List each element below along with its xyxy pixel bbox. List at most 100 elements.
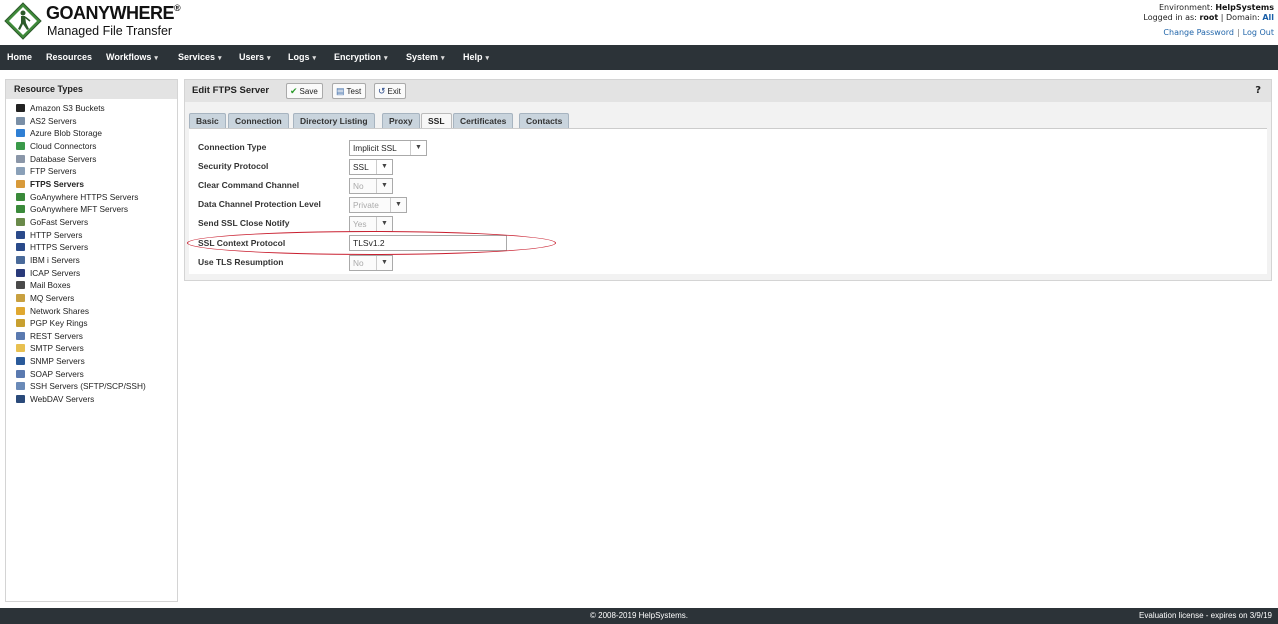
ftps-icon bbox=[16, 179, 25, 188]
database-icon bbox=[16, 154, 25, 163]
nav-resources[interactable]: Resources bbox=[46, 45, 92, 70]
monitor-icon bbox=[16, 230, 25, 239]
sidebar-item-azure-blob-storage[interactable]: Azure Blob Storage bbox=[16, 127, 177, 140]
logout-link[interactable]: Log Out bbox=[1243, 28, 1274, 37]
clear-command-channel-label: Clear Command Channel bbox=[198, 180, 300, 190]
key-icon bbox=[16, 319, 25, 328]
change-password-link[interactable]: Change Password bbox=[1163, 28, 1234, 37]
dropdown-arrow-icon: ▼ bbox=[376, 160, 392, 174]
nav-home[interactable]: Home bbox=[7, 45, 32, 70]
sidebar-item-database-servers[interactable]: Database Servers bbox=[16, 153, 177, 166]
main-nav: Home Resources Workflows ▾ Services ▾ User… bbox=[0, 45, 1278, 70]
logged-user: root bbox=[1199, 13, 1219, 22]
help-button[interactable]: ? bbox=[1255, 85, 1261, 96]
footer: © 2008-2019 HelpSystems. Evaluation lice… bbox=[0, 608, 1278, 624]
nav-services[interactable]: Services ▾ bbox=[178, 45, 222, 70]
chevron-down-icon: ▾ bbox=[384, 55, 388, 62]
sidebar-item-smtp-servers[interactable]: SMTP Servers bbox=[16, 342, 177, 355]
sidebar-item-webdav-servers[interactable]: WebDAV Servers bbox=[16, 393, 177, 406]
check-icon: ✔ bbox=[290, 86, 298, 96]
test-button[interactable]: ▤ Test bbox=[332, 83, 367, 99]
shield-icon bbox=[16, 268, 25, 277]
chevron-down-icon: ▾ bbox=[267, 55, 271, 62]
tab-certificates[interactable]: Certificates bbox=[453, 113, 514, 128]
connection-type-select[interactable]: Implicit SSL ▼ bbox=[349, 140, 427, 156]
tab-basic[interactable]: Basic bbox=[189, 113, 226, 128]
sidebar-item-label: AS2 Servers bbox=[30, 115, 77, 126]
sidebar-item-ibm-i-servers[interactable]: IBM i Servers bbox=[16, 254, 177, 267]
sidebar-item-ssh-servers-sftp-scp-ssh[interactable]: SSH Servers (SFTP/SCP/SSH) bbox=[16, 380, 177, 393]
sidebar-item-gofast-servers[interactable]: GoFast Servers bbox=[16, 216, 177, 229]
sidebar-item-label: HTTPS Servers bbox=[30, 242, 89, 253]
tab-proxy[interactable]: Proxy bbox=[382, 113, 420, 128]
header: GOANYWHERE® Managed File Transfer Enviro… bbox=[0, 0, 1278, 45]
sidebar-item-https-servers[interactable]: HTTPS Servers bbox=[16, 241, 177, 254]
domain-link[interactable]: All bbox=[1262, 13, 1274, 22]
sidebar-item-label: Amazon S3 Buckets bbox=[30, 103, 105, 113]
amazon-icon bbox=[16, 104, 25, 112]
data-channel-protection-select[interactable]: Private ▼ bbox=[349, 197, 407, 213]
sidebar-item-goanywhere-mft-servers[interactable]: GoAnywhere MFT Servers bbox=[16, 203, 177, 216]
sidebar-item-label: ICAP Servers bbox=[30, 267, 81, 278]
sidebar-item-amazon-s3-buckets[interactable]: Amazon S3 Buckets bbox=[16, 102, 177, 115]
tab-contacts[interactable]: Contacts bbox=[519, 113, 570, 128]
sidebar-item-label: HTTP Servers bbox=[30, 229, 83, 240]
use-tls-resumption-label: Use TLS Resumption bbox=[198, 257, 284, 267]
sidebar-item-label: FTPS Servers bbox=[30, 178, 84, 189]
gofast-icon bbox=[16, 217, 25, 226]
resource-types-sidebar: Resource Types Amazon S3 Buckets AS2 Serv… bbox=[5, 79, 178, 602]
nav-encryption[interactable]: Encryption ▾ bbox=[334, 45, 388, 70]
sidebar-item-pgp-key-rings[interactable]: PGP Key Rings bbox=[16, 317, 177, 330]
sidebar-item-http-servers[interactable]: HTTP Servers bbox=[16, 229, 177, 242]
chevron-down-icon: ▾ bbox=[312, 55, 317, 62]
goanywhere-icon bbox=[16, 192, 25, 201]
tab-connection[interactable]: Connection bbox=[228, 113, 289, 128]
sidebar-item-cloud-connectors[interactable]: Cloud Connectors bbox=[16, 140, 177, 153]
use-tls-resumption-select[interactable]: No ▼ bbox=[349, 255, 393, 271]
sidebar-item-mail-boxes[interactable]: Mail Boxes bbox=[16, 279, 177, 292]
mq-icon bbox=[16, 293, 25, 302]
sidebar-item-as2-servers[interactable]: AS2 Servers bbox=[16, 115, 177, 128]
ibm-icon bbox=[16, 255, 25, 264]
monitor-lock-icon bbox=[16, 243, 25, 252]
sidebar-item-label: Azure Blob Storage bbox=[30, 128, 102, 139]
sidebar-item-label: Network Shares bbox=[30, 305, 90, 316]
sidebar-item-soap-servers[interactable]: SOAP Servers bbox=[16, 368, 177, 381]
sidebar-item-label: GoAnywhere HTTPS Servers bbox=[30, 191, 139, 202]
ftp-icon bbox=[16, 167, 25, 176]
exit-button[interactable]: ↺ Exit bbox=[374, 83, 406, 99]
save-button[interactable]: ✔ Save bbox=[286, 83, 323, 99]
nav-help[interactable]: Help ▾ bbox=[463, 45, 489, 70]
tab-directory-listing[interactable]: Directory Listing bbox=[293, 113, 375, 128]
security-protocol-select[interactable]: SSL ▼ bbox=[349, 159, 393, 175]
sidebar-item-mq-servers[interactable]: MQ Servers bbox=[16, 292, 177, 305]
sidebar-item-label: Cloud Connectors bbox=[30, 140, 97, 151]
sidebar-item-label: SMTP Servers bbox=[30, 343, 84, 354]
sidebar-item-label: FTP Servers bbox=[30, 166, 77, 177]
clear-command-channel-select[interactable]: No ▼ bbox=[349, 178, 393, 194]
dropdown-arrow-icon: ▼ bbox=[376, 217, 392, 231]
tab-ssl[interactable]: SSL bbox=[421, 113, 452, 128]
sidebar-title: Resource Types bbox=[6, 80, 177, 99]
sidebar-item-ftp-servers[interactable]: FTP Servers bbox=[16, 165, 177, 178]
sidebar-item-goanywhere-https-servers[interactable]: GoAnywhere HTTPS Servers bbox=[16, 191, 177, 204]
sidebar-item-ftps-servers[interactable]: FTPS Servers bbox=[16, 178, 177, 191]
nav-logs[interactable]: Logs ▾ bbox=[288, 45, 316, 70]
sidebar-item-snmp-servers[interactable]: SNMP Servers bbox=[16, 355, 177, 368]
sidebar-item-label: SNMP Servers bbox=[30, 356, 85, 367]
sidebar-item-network-shares[interactable]: Network Shares bbox=[16, 305, 177, 318]
sidebar-item-icap-servers[interactable]: ICAP Servers bbox=[16, 267, 177, 280]
rest-icon bbox=[16, 331, 25, 340]
nav-workflows[interactable]: Workflows ▾ bbox=[106, 45, 158, 70]
sidebar-item-rest-servers[interactable]: REST Servers bbox=[16, 330, 177, 343]
logo-diamond-icon bbox=[4, 2, 42, 40]
nav-users[interactable]: Users ▾ bbox=[239, 45, 271, 70]
send-ssl-close-notify-select[interactable]: Yes ▼ bbox=[349, 216, 393, 232]
goanywhere-logo[interactable]: GOANYWHERE® Managed File Transfer bbox=[4, 2, 184, 42]
snmp-icon bbox=[16, 357, 25, 366]
sidebar-item-label: PGP Key Rings bbox=[30, 318, 88, 329]
nav-system[interactable]: System ▾ bbox=[406, 45, 445, 70]
panel-toolbar: Edit FTPS Server ✔ Save ▤ Test ↺ Exit ? bbox=[185, 80, 1271, 102]
goanywhere-icon bbox=[16, 205, 25, 214]
test-icon: ▤ bbox=[336, 86, 345, 96]
